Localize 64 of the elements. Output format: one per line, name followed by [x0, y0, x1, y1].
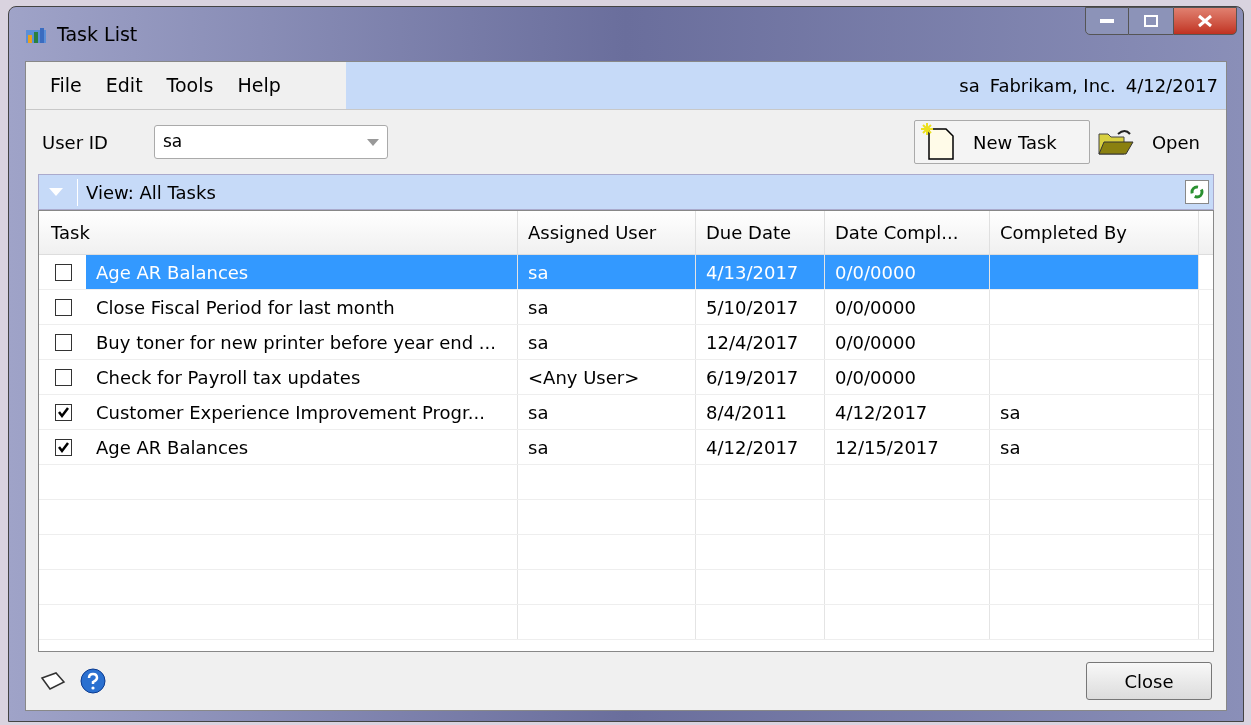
column-header[interactable]: Assigned User	[518, 211, 696, 254]
table-cell-text: 4/12/2017	[705, 435, 800, 460]
table-cell-text: 0/0/0000	[834, 295, 917, 320]
open-button[interactable]: Open	[1089, 120, 1210, 164]
menu-item[interactable]: Tools	[166, 71, 214, 100]
checkbox[interactable]	[55, 438, 72, 456]
table-cell-text: Customer Experience Improvement Progr...	[95, 400, 486, 425]
table-cell-text: 4/12/2017	[834, 400, 929, 425]
table-cell: 0/0/0000	[825, 255, 989, 289]
menu-item[interactable]: Edit	[105, 71, 143, 100]
refresh-button[interactable]	[1185, 180, 1209, 204]
refresh-icon	[1189, 184, 1205, 200]
menu-item[interactable]: File	[50, 71, 82, 100]
table-cell: 4/13/2017	[696, 255, 824, 289]
close-button[interactable]: Close	[1086, 662, 1212, 700]
table-cell-text: <Any User>	[527, 365, 641, 390]
close-window-button[interactable]	[1173, 7, 1237, 35]
table-cell-text: sa	[527, 330, 550, 355]
checkbox[interactable]	[55, 333, 72, 351]
table-cell: Age AR Balances	[86, 255, 517, 289]
column-header[interactable]: Due Date	[696, 211, 825, 254]
window-title: Task List	[57, 21, 138, 47]
table-cell-text: Close Fiscal Period for last month	[95, 295, 396, 320]
maximize-button[interactable]	[1129, 7, 1173, 35]
user-id-dropdown[interactable]: sa	[154, 125, 388, 159]
folder-icon	[1097, 128, 1134, 156]
user-name: sa	[959, 74, 980, 98]
table-cell-text: sa	[527, 295, 550, 320]
table-cell-text: 6/19/2017	[705, 365, 800, 390]
column-header[interactable]: Completed By	[990, 211, 1199, 254]
new-task-button[interactable]: New Task	[913, 120, 1090, 164]
close-icon	[1197, 14, 1213, 28]
table-cell-text: 0/0/0000	[834, 330, 917, 355]
table-cell-text: 12/15/2017	[834, 435, 940, 460]
table-cell: sa	[518, 255, 695, 289]
table-cell-text: sa	[999, 435, 1022, 460]
user-date: 4/12/2017	[1125, 74, 1218, 98]
table-cell-text: Buy toner for new printer before year end ...	[95, 330, 498, 355]
table-cell-text: sa	[999, 400, 1022, 425]
help-icon[interactable]	[80, 668, 106, 694]
maximize-icon	[1144, 15, 1158, 27]
note-icon[interactable]	[40, 670, 66, 692]
checkbox[interactable]	[55, 403, 72, 421]
field-label: User ID	[42, 130, 109, 155]
table-cell-text: sa	[527, 435, 550, 460]
company-name: Fabrikam, Inc.	[989, 74, 1116, 98]
column-header[interactable]: Date Compl...	[825, 211, 990, 254]
table-cell-text: Age AR Balances	[95, 435, 250, 460]
table-cell-text: Check for Payroll tax updates	[95, 365, 362, 390]
table-cell-text: 12/4/2017	[705, 330, 800, 355]
menu-item[interactable]: Help	[237, 71, 281, 100]
checkbox[interactable]	[55, 263, 72, 281]
dropdown-caret-icon	[367, 138, 379, 146]
new-document-icon	[920, 123, 955, 161]
table-cell-text: 5/10/2017	[705, 295, 800, 320]
table-cell-text: sa	[527, 400, 550, 425]
minimize-button[interactable]	[1085, 7, 1129, 35]
minimize-icon	[1100, 19, 1114, 23]
checkbox[interactable]	[55, 368, 72, 386]
table-cell-text: 8/4/2011	[705, 400, 788, 425]
checkbox[interactable]	[55, 298, 72, 316]
table-cell-text: 0/0/0000	[834, 365, 917, 390]
column-header[interactable]: Task	[41, 211, 518, 254]
view-label[interactable]: View: All Tasks	[77, 178, 216, 206]
